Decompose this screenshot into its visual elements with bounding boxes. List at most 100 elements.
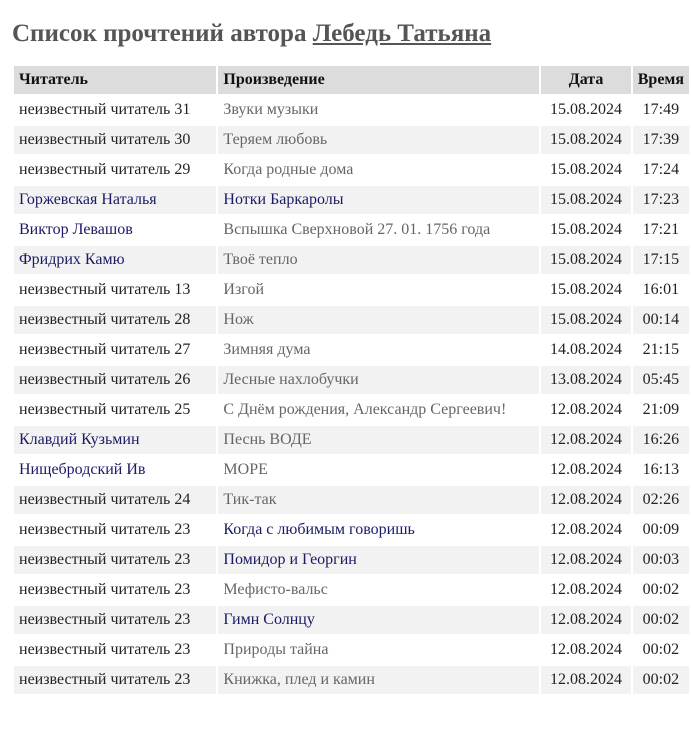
reading-date: 12.08.2024: [541, 546, 631, 574]
work-link[interactable]: Нотки Баркаролы: [218, 186, 540, 214]
reading-time: 05:45: [632, 366, 689, 394]
page-title: Список прочтений автора Лебедь Татьяна: [12, 17, 491, 51]
work-title[interactable]: Изгой: [218, 276, 540, 304]
reader-name: неизвестный читатель 25: [14, 396, 217, 424]
reading-date: 15.08.2024: [541, 246, 631, 274]
reading-date: 12.08.2024: [541, 456, 631, 484]
table-row: неизвестный читатель 27 Зимняя дума 14.08.…: [14, 336, 689, 364]
reading-time: 00:09: [632, 516, 689, 544]
work-link[interactable]: Помидор и Георгин: [218, 546, 540, 574]
table-row: неизвестный читатель 23 Когда с любимым г…: [14, 516, 689, 544]
reader-name: неизвестный читатель 23: [14, 606, 217, 634]
reader-name: неизвестный читатель 23: [14, 546, 217, 574]
table-row: неизвестный читатель 30 Теряем любовь 15.0…: [14, 126, 689, 154]
reading-time: 21:15: [632, 336, 689, 364]
reader-name: неизвестный читатель 23: [14, 516, 217, 544]
reader-link[interactable]: Фридрих Камю: [14, 246, 217, 274]
work-title[interactable]: С Днём рождения, Александр Сергеевич!: [218, 396, 540, 424]
reader-name: неизвестный читатель 29: [14, 156, 217, 184]
reading-time: 17:15: [632, 246, 689, 274]
reader-link[interactable]: Горжевская Наталья: [14, 186, 217, 214]
work-title[interactable]: Нож: [218, 306, 540, 334]
work-title[interactable]: Природы тайна: [218, 636, 540, 664]
reading-date: 14.08.2024: [541, 336, 631, 364]
page: Список прочтений автора Лебедь Татьяна Ч…: [0, 0, 691, 738]
table-row: неизвестный читатель 31 Звуки музыки 15.08…: [14, 96, 689, 124]
work-title[interactable]: Когда родные дома: [218, 156, 540, 184]
reader-name: неизвестный читатель 26: [14, 366, 217, 394]
reading-time: 17:24: [632, 156, 689, 184]
reading-date: 15.08.2024: [541, 306, 631, 334]
reading-date: 15.08.2024: [541, 126, 631, 154]
work-title[interactable]: Звуки музыки: [218, 96, 540, 124]
table-row: неизвестный читатель 26 Лесные нахлобучки…: [14, 366, 689, 394]
readings-table: Читатель Произведение Дата Время неизвес…: [12, 64, 691, 696]
table-row: неизвестный читатель 23 Книжка, плед и ка…: [14, 666, 689, 694]
reading-date: 12.08.2024: [541, 516, 631, 544]
reading-date: 12.08.2024: [541, 486, 631, 514]
work-title[interactable]: Лесные нахлобучки: [218, 366, 540, 394]
table-row: Горжевская Наталья Нотки Баркаролы 15.08.2…: [14, 186, 689, 214]
reading-time: 17:49: [632, 96, 689, 124]
work-link[interactable]: Когда с любимым говоришь: [218, 516, 540, 544]
work-title[interactable]: Зимняя дума: [218, 336, 540, 364]
work-title[interactable]: МОРЕ: [218, 456, 540, 484]
work-link[interactable]: Гимн Солнцу: [218, 606, 540, 634]
table-row: неизвестный читатель 29 Когда родные дома…: [14, 156, 689, 184]
reading-time: 00:03: [632, 546, 689, 574]
table-row: неизвестный читатель 23 Помидор и Георгин…: [14, 546, 689, 574]
work-title[interactable]: Теряем любовь: [218, 126, 540, 154]
reading-time: 17:21: [632, 216, 689, 244]
reading-date: 15.08.2024: [541, 186, 631, 214]
work-title[interactable]: Мефисто-вальс: [218, 576, 540, 604]
reading-date: 12.08.2024: [541, 606, 631, 634]
reader-name: неизвестный читатель 31: [14, 96, 217, 124]
reading-date: 12.08.2024: [541, 666, 631, 694]
column-header-reader: Читатель: [14, 66, 217, 94]
table-row: неизвестный читатель 28 Нож 15.08.2024 00:1…: [14, 306, 689, 334]
reading-time: 00:02: [632, 576, 689, 604]
reading-time: 00:14: [632, 306, 689, 334]
table-header-row: Читатель Произведение Дата Время: [14, 66, 689, 94]
table-row: неизвестный читатель 23 Природы тайна 12.0…: [14, 636, 689, 664]
reader-name: неизвестный читатель 30: [14, 126, 217, 154]
table-row: неизвестный читатель 13 Изгой 15.08.2024 16…: [14, 276, 689, 304]
reading-date: 15.08.2024: [541, 216, 631, 244]
reading-date: 12.08.2024: [541, 396, 631, 424]
reader-name: неизвестный читатель 13: [14, 276, 217, 304]
reading-date: 15.08.2024: [541, 276, 631, 304]
author-link[interactable]: Лебедь Татьяна: [313, 20, 491, 47]
reading-date: 12.08.2024: [541, 576, 631, 604]
reading-time: 17:39: [632, 126, 689, 154]
work-title[interactable]: Вспышка Сверхновой 27. 01. 1756 года: [218, 216, 540, 244]
work-title[interactable]: Песнь ВОДЕ: [218, 426, 540, 454]
reading-time: 17:23: [632, 186, 689, 214]
table-row: неизвестный читатель 23 Гимн Солнцу 12.08.…: [14, 606, 689, 634]
work-title[interactable]: Книжка, плед и камин: [218, 666, 540, 694]
reader-link[interactable]: Клавдий Кузьмин: [14, 426, 217, 454]
reading-time: 16:13: [632, 456, 689, 484]
table-row: неизвестный читатель 25 С Днём рождения, …: [14, 396, 689, 424]
reading-date: 12.08.2024: [541, 636, 631, 664]
reading-date: 15.08.2024: [541, 156, 631, 184]
column-header-date: Дата: [541, 66, 631, 94]
work-title[interactable]: Твоё тепло: [218, 246, 540, 274]
table-row: Фридрих Камю Твоё тепло 15.08.2024 17:15: [14, 246, 689, 274]
reading-time: 21:09: [632, 396, 689, 424]
work-title[interactable]: Тик-так: [218, 486, 540, 514]
reader-name: неизвестный читатель 23: [14, 666, 217, 694]
reading-date: 12.08.2024: [541, 426, 631, 454]
table-row: Нищебродский Ив МОРЕ 12.08.2024 16:13: [14, 456, 689, 484]
reader-name: неизвестный читатель 24: [14, 486, 217, 514]
reader-name: неизвестный читатель 28: [14, 306, 217, 334]
reader-link[interactable]: Нищебродский Ив: [14, 456, 217, 484]
reader-link[interactable]: Виктор Левашов: [14, 216, 217, 244]
reading-time: 00:02: [632, 606, 689, 634]
page-title-prefix: Список прочтений автора: [12, 20, 307, 47]
column-header-time: Время: [632, 66, 689, 94]
reader-name: неизвестный читатель 23: [14, 636, 217, 664]
reading-time: 02:26: [632, 486, 689, 514]
reading-date: 13.08.2024: [541, 366, 631, 394]
reading-time: 00:02: [632, 636, 689, 664]
reading-time: 16:26: [632, 426, 689, 454]
